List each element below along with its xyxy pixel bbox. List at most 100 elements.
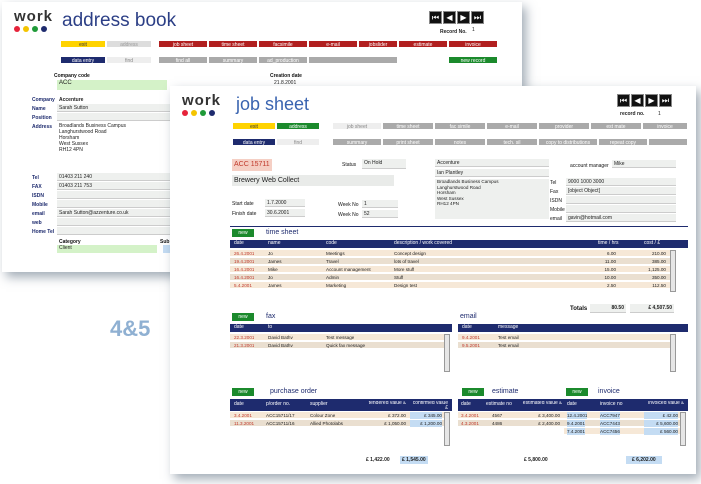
- purchase-order-scrollbar[interactable]: [444, 412, 450, 446]
- prev-record-button[interactable]: ◀: [443, 11, 456, 24]
- invoice-scrollbar[interactable]: [680, 412, 686, 446]
- mobile-field[interactable]: [57, 200, 172, 208]
- isdn-field[interactable]: [57, 191, 172, 199]
- start-date-field[interactable]: 1.7.2000: [265, 199, 305, 207]
- address-field[interactable]: Broadlands Business Campus Langhurstwood…: [435, 179, 549, 219]
- tab-job-sheet[interactable]: job sheet: [332, 122, 382, 130]
- email-row[interactable]: 9.4.2001 Test email: [458, 334, 670, 341]
- email-field[interactable]: gavin@hotmail.com: [566, 214, 676, 222]
- cell-date: 7.4.2001: [567, 428, 585, 435]
- exit-button[interactable]: exit: [60, 40, 106, 48]
- summary-button[interactable]: summary: [332, 138, 382, 146]
- tab-facsimile[interactable]: fac simile: [434, 122, 486, 130]
- summary-button[interactable]: summary: [208, 56, 258, 64]
- tab-job-sheet[interactable]: job sheet: [158, 40, 208, 48]
- timesheet-row[interactable]: 5.4.2001 James Marketing Design test 2.50 112…: [230, 282, 670, 289]
- cell-date: 4.3.2001: [461, 421, 479, 426]
- new-timesheet-button[interactable]: new: [232, 229, 254, 237]
- isdn-field[interactable]: [566, 196, 676, 204]
- web-field[interactable]: [57, 218, 172, 226]
- new-invoice-button[interactable]: new: [566, 388, 588, 396]
- record-label: Record No.: [440, 29, 467, 35]
- job-code-field[interactable]: ACC 15711: [232, 159, 272, 171]
- tab-address[interactable]: address: [276, 122, 320, 130]
- email-scrollbar[interactable]: [670, 334, 676, 372]
- new-fax-button[interactable]: new: [232, 313, 254, 321]
- tab-provider[interactable]: provider: [538, 122, 590, 130]
- tab-jobslider[interactable]: jobslider: [358, 40, 398, 48]
- timesheet-row[interactable]: 26.4.2001 Jo Meetings Concept design 6.00 210…: [230, 250, 670, 257]
- tab-invoice[interactable]: invoice: [642, 122, 688, 130]
- find-button[interactable]: find: [106, 56, 152, 64]
- name-field[interactable]: Sarah Sutton: [57, 104, 172, 112]
- tab-invoice[interactable]: invoice: [448, 40, 498, 48]
- tab-estimate[interactable]: est mate: [590, 122, 642, 130]
- new-record-button[interactable]: new record: [448, 56, 498, 64]
- email-row[interactable]: 9.5.2001 Test email: [458, 342, 670, 349]
- week-no-finish-field[interactable]: 52: [362, 210, 398, 218]
- company-field[interactable]: Accenture: [59, 97, 83, 103]
- tel-field[interactable]: 9000 1000 3000: [566, 178, 676, 186]
- timesheet-row[interactable]: 16.4.2001 Mike Account management More stuf…: [230, 266, 670, 273]
- email-field[interactable]: Sarah Sutton@azzenture.co.uk: [57, 209, 172, 217]
- invoice-row[interactable]: 12.4.2001 ACC7947 £ 42.00: [564, 412, 680, 419]
- fax-field[interactable]: 01403 211 753: [57, 182, 172, 190]
- timesheet-scrollbar[interactable]: [670, 250, 676, 292]
- prev-record-button[interactable]: ◀: [631, 94, 644, 107]
- ad-production-button[interactable]: ad_production: [258, 56, 308, 64]
- next-record-button[interactable]: ▶: [645, 94, 658, 107]
- finish-date-field[interactable]: 30.6.2001: [265, 209, 305, 217]
- week-no-start-field[interactable]: 1: [362, 200, 398, 208]
- fax-row[interactable]: 21.3.2001 David Bathv Quick fax message: [230, 342, 444, 349]
- tech-sil-button[interactable]: tech. sil: [486, 138, 538, 146]
- cell-date: 3.4.2001: [461, 413, 479, 418]
- account-manager-field[interactable]: Mike: [612, 160, 676, 168]
- position-field[interactable]: [57, 113, 172, 121]
- estimate-row[interactable]: 3.4.2001 4567 £ 3,400.00: [458, 412, 564, 419]
- status-field[interactable]: On Hold: [362, 159, 406, 169]
- category-field[interactable]: Client: [57, 245, 157, 253]
- contact-field[interactable]: Ian Plantley: [435, 169, 549, 177]
- data-entry-button[interactable]: data entry: [60, 56, 106, 64]
- purchase-order-row[interactable]: 3.4.2001 ACC15711/17 Colour Zone £ 372.00 £ …: [230, 412, 444, 419]
- find-button[interactable]: find: [276, 138, 320, 146]
- fax-row[interactable]: 22.3.2001 David Bathv Test message: [230, 334, 444, 341]
- fax-field[interactable]: [object Object]: [566, 187, 676, 195]
- mobile-field[interactable]: [566, 205, 676, 213]
- tab-facsimile[interactable]: facsimile: [258, 40, 308, 48]
- timesheet-row[interactable]: 19.4.2001 James Travel lots of travel 11.00 3…: [230, 258, 670, 265]
- exit-button[interactable]: exit: [232, 122, 276, 130]
- tel-field[interactable]: 01403 211 240: [57, 173, 172, 181]
- home-tel-field[interactable]: [57, 227, 172, 235]
- tab-email[interactable]: e-mail: [486, 122, 538, 130]
- estimate-row[interactable]: 4.3.2001 4486 £ 2,400.00: [458, 420, 564, 427]
- tab-time-sheet[interactable]: time sheet: [382, 122, 434, 130]
- company-code-field[interactable]: ACC: [57, 80, 167, 90]
- job-name-field[interactable]: Brewery Web Collect: [232, 175, 394, 186]
- tab-time-sheet[interactable]: time sheet: [208, 40, 258, 48]
- data-entry-button[interactable]: data entry: [232, 138, 276, 146]
- repeat-copy-button[interactable]: repeat copy: [598, 138, 648, 146]
- invoice-row[interactable]: 7.4.2001 ACC7456 £ 560.00: [564, 428, 680, 435]
- invoice-row[interactable]: 9.4.2001 ACC7443 £ 5,600.00: [564, 420, 680, 427]
- tab-address[interactable]: address: [106, 40, 152, 48]
- address-field[interactable]: Broadlands Business Campus Langhurstwood…: [59, 123, 126, 153]
- first-record-button[interactable]: ⏮: [617, 94, 630, 107]
- last-record-button[interactable]: ⏭: [471, 11, 484, 24]
- find-all-button[interactable]: find all: [158, 56, 208, 64]
- first-record-button[interactable]: ⏮: [429, 11, 442, 24]
- last-record-button[interactable]: ⏭: [659, 94, 672, 107]
- timesheet-row[interactable]: 16.4.2001 Jo Admin Stuff 10.00 350.00: [230, 274, 670, 281]
- tab-email[interactable]: e-mail: [308, 40, 358, 48]
- next-record-button[interactable]: ▶: [457, 11, 470, 24]
- new-estimate-button[interactable]: new: [462, 388, 484, 396]
- label-tel: Tel: [32, 175, 39, 181]
- fax-scrollbar[interactable]: [444, 334, 450, 372]
- new-purchase-order-button[interactable]: new: [232, 388, 254, 396]
- tab-estimate[interactable]: estimate: [398, 40, 448, 48]
- print-sheet-button[interactable]: print sheet: [382, 138, 434, 146]
- client-field[interactable]: Accenture: [435, 159, 549, 167]
- purchase-order-row[interactable]: 11.3.2001 ACC15711/16 Allied Photolabs £ 1,…: [230, 420, 444, 427]
- copy-to-distributions-button[interactable]: copy to distributions: [538, 138, 598, 146]
- notes-button[interactable]: notes: [434, 138, 486, 146]
